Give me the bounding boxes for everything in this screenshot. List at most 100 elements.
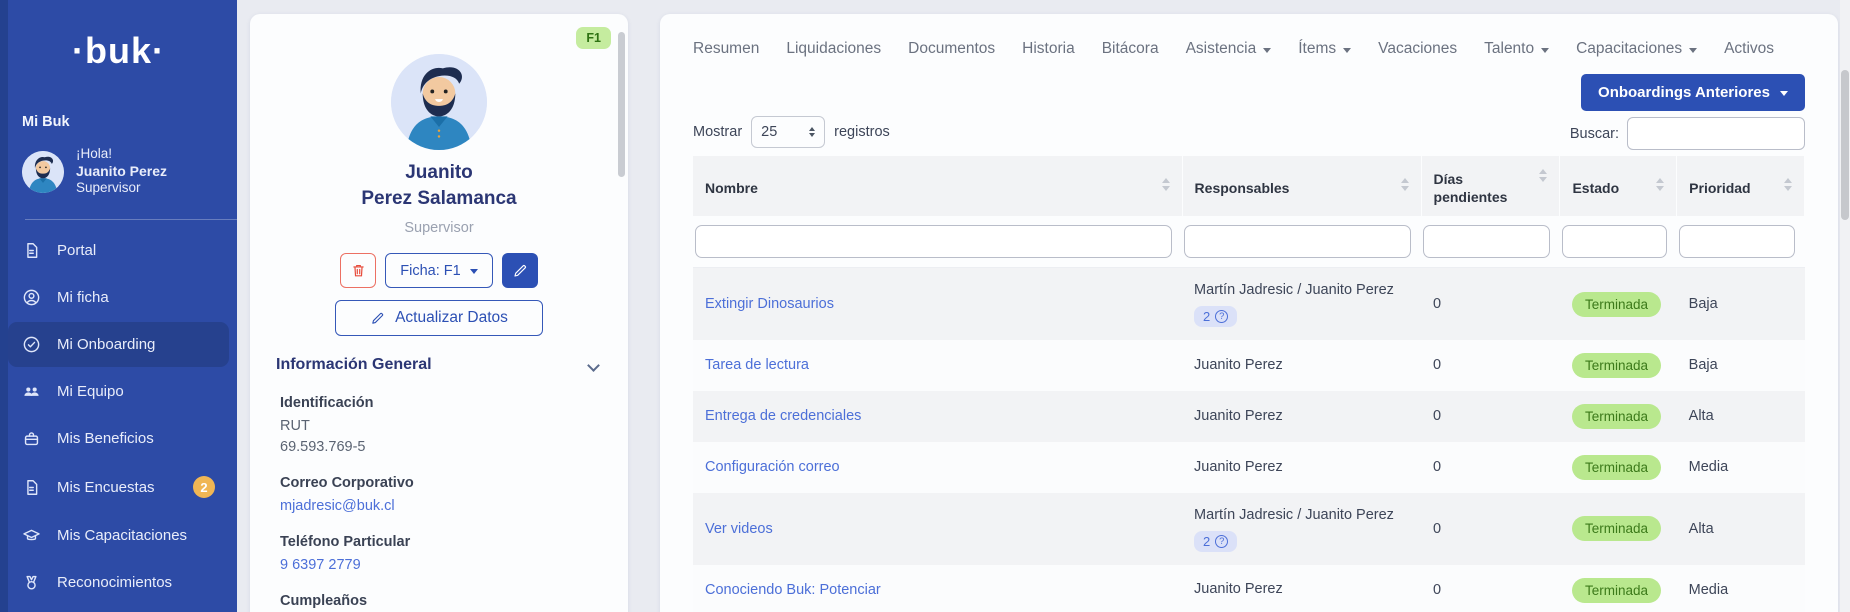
sidebar-item-label: Mi ficha [57, 289, 109, 306]
column-header-nombre[interactable]: Nombre [693, 156, 1182, 216]
sidebar-divider [25, 219, 237, 220]
filter-input-nombre[interactable] [695, 225, 1172, 258]
column-header-estado[interactable]: Estado [1560, 156, 1677, 216]
tab-historia[interactable]: Historia [1022, 40, 1075, 58]
page-content: F1 Juanito Perez Salamanca Supervisor [237, 0, 1850, 612]
tab-activos[interactable]: Activos [1724, 40, 1774, 58]
filter-input-dias[interactable] [1423, 225, 1550, 258]
phone-link[interactable]: 9 6397 2779 [280, 555, 602, 576]
dias-pendientes-value: 0 [1433, 521, 1441, 537]
field-label: Correo Corporativo [280, 475, 602, 491]
field-telefono: Teléfono Particular 9 6397 2779 [276, 534, 602, 576]
profile-name: Juanito Perez Salamanca [276, 160, 602, 211]
greeting: ¡Hola! [76, 146, 167, 163]
sidebar-item-mi-onboarding[interactable]: Mi Onboarding [8, 322, 229, 367]
page-size-select[interactable]: 25 [751, 116, 825, 148]
sidebar-item-mis-beneficios[interactable]: Mis Beneficios [8, 416, 229, 461]
sidebar-item-portal[interactable]: Portal [8, 228, 229, 273]
tab-asistencia[interactable]: Asistencia [1186, 40, 1272, 58]
sidebar-item-label: Portal [57, 242, 96, 259]
sidebar-item-mis-encuestas[interactable]: Mis Encuestas 2 [8, 463, 229, 511]
column-header-responsables[interactable]: Responsables [1182, 156, 1421, 216]
task-link[interactable]: Configuración correo [705, 459, 840, 475]
edit-button[interactable] [502, 253, 538, 288]
field-label: Teléfono Particular [280, 534, 602, 550]
user-circle-icon [22, 288, 41, 307]
field-identificacion: Identificación RUT 69.593.769-5 [276, 395, 602, 458]
column-header-prioridad[interactable]: Prioridad [1677, 156, 1805, 216]
tab-documentos[interactable]: Documentos [908, 40, 995, 58]
table-filter-row [693, 216, 1805, 268]
prioridad-value: Media [1689, 582, 1729, 598]
responsables-count: 2 [1203, 534, 1210, 549]
email-link[interactable]: mjadresic@buk.cl [280, 496, 602, 517]
sidebar-item-mi-ficha[interactable]: Mi ficha [8, 275, 229, 320]
tab-liquidaciones[interactable]: Liquidaciones [786, 40, 881, 58]
responsables-names: Martín Jadresic / Juanito Perez [1194, 506, 1409, 526]
column-label: Estado [1572, 175, 1619, 197]
check-circle-icon [22, 335, 41, 354]
update-data-label: Actualizar Datos [395, 309, 508, 327]
table-row: Tarea de lectura Juanito Perez 0 Termina… [693, 340, 1805, 391]
encuestas-count-badge: 2 [193, 476, 215, 498]
tab-talento[interactable]: Talento [1484, 40, 1549, 58]
sidebar-item-label: Mi Equipo [57, 383, 124, 400]
sidebar-item-mi-equipo[interactable]: Mi Equipo [8, 369, 229, 414]
ficha-dropdown-label: Ficha: F1 [400, 263, 460, 279]
chevron-down-icon [470, 269, 478, 274]
field-label: Identificación [280, 395, 602, 411]
tab-label: Activos [1724, 40, 1774, 58]
task-link[interactable]: Extingir Dinosaurios [705, 296, 834, 312]
table-toolbar: Onboardings Anteriores Mostrar 25 regist… [693, 58, 1805, 154]
dias-pendientes-value: 0 [1433, 357, 1441, 373]
responsables-count-badge[interactable]: 2 [1194, 531, 1237, 552]
profile-card-scrollbar[interactable] [618, 32, 625, 177]
info-general-title: Información General [276, 356, 432, 374]
tab-capacitaciones[interactable]: Capacitaciones [1576, 40, 1697, 58]
dias-pendientes-value: 0 [1433, 408, 1441, 424]
responsables-names: Juanito Perez [1194, 458, 1409, 478]
field-label: Cumpleaños [280, 593, 602, 609]
table-row: Conociendo Buk: Potenciar Juanito Perez … [693, 565, 1805, 612]
tab-bitacora[interactable]: Bitácora [1102, 40, 1159, 58]
onboardings-anteriores-button[interactable]: Onboardings Anteriores [1581, 74, 1805, 111]
task-link[interactable]: Tarea de lectura [705, 357, 809, 373]
filter-input-estado[interactable] [1562, 225, 1667, 258]
responsables-names: Juanito Perez [1194, 356, 1409, 376]
ficha-dropdown-button[interactable]: Ficha: F1 [385, 253, 492, 288]
update-data-button[interactable]: Actualizar Datos [335, 300, 543, 336]
sidebar: ·buk· Mi Buk ¡Hola! Juanito Perez Superv… [0, 0, 237, 612]
chevron-down-icon [1780, 91, 1788, 96]
search-input[interactable] [1627, 117, 1805, 150]
tab-resumen[interactable]: Resumen [693, 40, 759, 58]
tab-vacaciones[interactable]: Vacaciones [1378, 40, 1457, 58]
delete-button[interactable] [340, 253, 376, 288]
task-link[interactable]: Conociendo Buk: Potenciar [705, 582, 881, 598]
onboardings-anteriores-label: Onboardings Anteriores [1598, 84, 1770, 101]
task-link[interactable]: Entrega de credenciales [705, 408, 861, 424]
tab-items[interactable]: Ítems [1298, 40, 1351, 58]
filter-input-responsables[interactable] [1184, 225, 1411, 258]
info-general-header[interactable]: Información General [276, 356, 602, 378]
sidebar-item-label: Mis Capacitaciones [57, 527, 187, 544]
column-header-dias-pendientes[interactable]: Días pendientes [1421, 156, 1560, 216]
tab-label: Talento [1484, 40, 1534, 58]
profile-avatar [391, 54, 487, 150]
page-scrollbar-thumb[interactable] [1841, 70, 1849, 220]
show-label: Mostrar [693, 124, 742, 140]
field-value: 69.593.769-5 [280, 437, 602, 458]
chevron-down-icon [1541, 48, 1549, 53]
chevron-down-icon [587, 359, 600, 372]
main-card: Resumen Liquidaciones Documentos Histori… [660, 14, 1838, 612]
responsables-names: Juanito Perez [1194, 580, 1409, 600]
sidebar-user-card[interactable]: ¡Hola! Juanito Perez Supervisor [0, 130, 237, 207]
page-scrollbar[interactable] [1840, 0, 1850, 612]
responsables-count-badge[interactable]: 2 [1194, 306, 1237, 327]
task-link[interactable]: Ver videos [705, 521, 773, 537]
sort-icon [1162, 175, 1170, 191]
sidebar-item-reconocimientos[interactable]: Reconocimientos [8, 560, 229, 605]
sidebar-item-mis-capacitaciones[interactable]: Mis Capacitaciones [8, 513, 229, 558]
filter-input-prioridad[interactable] [1679, 225, 1795, 258]
search-label: Buscar: [1570, 126, 1619, 142]
medal-icon [22, 573, 41, 592]
